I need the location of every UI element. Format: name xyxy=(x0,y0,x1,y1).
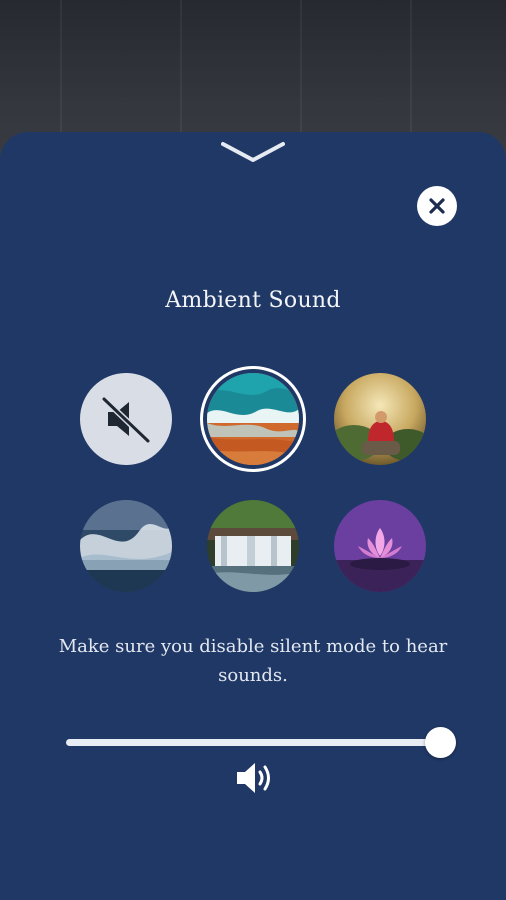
sound-option-waterfall[interactable] xyxy=(207,500,299,592)
sound-option-ocean[interactable] xyxy=(207,373,299,465)
silent-mode-note: Make sure you disable silent mode to hea… xyxy=(58,636,448,686)
sound-option-monk[interactable] xyxy=(334,373,426,465)
lotus-flower-image xyxy=(334,500,426,592)
storm-waves-image xyxy=(80,500,172,592)
close-icon xyxy=(429,198,445,214)
page-title: Ambient Sound xyxy=(165,288,341,313)
ambient-sound-sheet: Ambient Sound Make sure you disable sile… xyxy=(0,132,506,900)
sound-option-mute[interactable] xyxy=(80,373,172,465)
meditating-monk-image xyxy=(334,373,426,465)
sound-option-storm[interactable] xyxy=(80,500,172,592)
sound-option-lotus[interactable] xyxy=(334,500,426,592)
volume-slider-thumb[interactable] xyxy=(425,727,456,758)
speaker-muted-icon xyxy=(101,396,151,444)
volume-slider-track[interactable] xyxy=(66,739,442,746)
chevron-down-icon[interactable] xyxy=(221,140,285,164)
ocean-waves-image xyxy=(207,373,299,465)
close-button[interactable] xyxy=(417,186,457,226)
waterfall-image xyxy=(207,500,299,592)
speaker-volume-icon[interactable] xyxy=(234,760,274,796)
